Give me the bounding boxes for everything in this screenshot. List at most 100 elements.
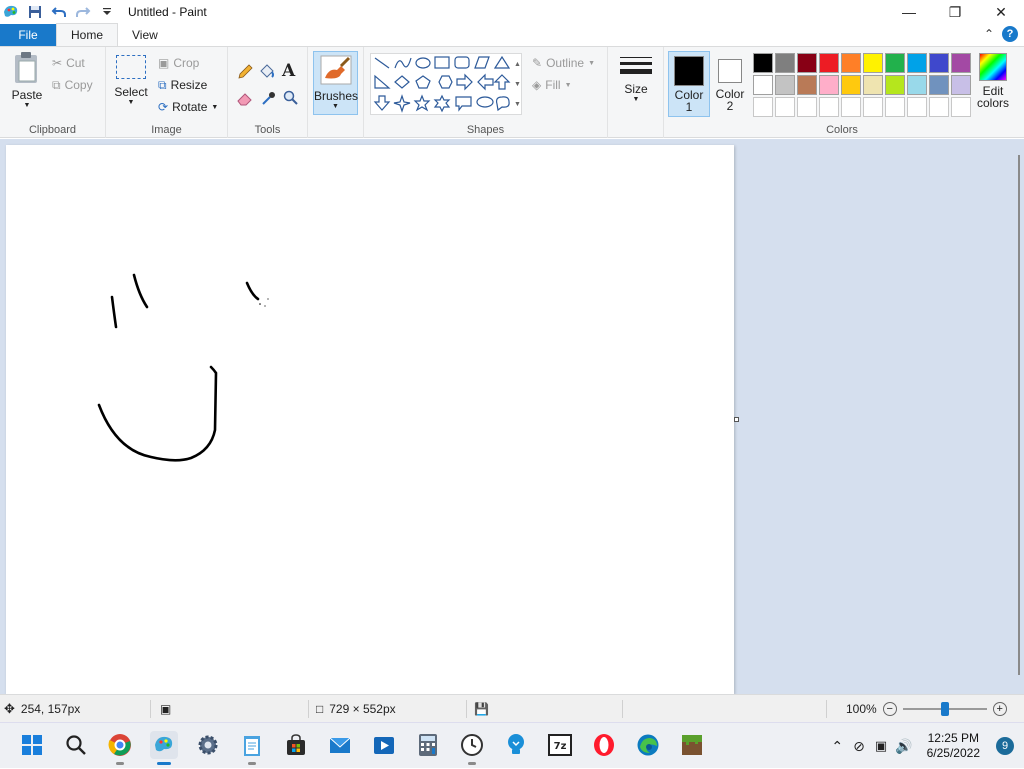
color-swatch[interactable] [863,97,883,117]
rectangle-shape-icon[interactable] [434,56,450,69]
five-point-star-shape-icon[interactable] [413,94,431,112]
color-swatch[interactable] [951,97,971,117]
color-swatch[interactable] [775,75,795,95]
six-point-star-shape-icon[interactable] [433,94,451,113]
size-button[interactable]: Size ▼ [618,53,654,103]
color-swatch[interactable] [753,97,773,117]
color-swatch[interactable] [863,53,883,73]
fill-bucket-icon[interactable] [258,63,276,81]
left-arrow-shape-icon[interactable] [477,73,494,91]
callout-rectangle-shape-icon[interactable] [455,96,472,112]
close-button[interactable]: ✕ [978,0,1024,24]
color-swatch[interactable] [775,53,795,73]
start-button[interactable] [18,731,46,759]
notepad-taskbar-button[interactable] [238,731,266,765]
color-swatch[interactable] [885,97,905,117]
color-swatch[interactable] [819,75,839,95]
collapse-ribbon-icon[interactable]: ⌃ [984,27,994,41]
rounded-rectangle-shape-icon[interactable] [454,56,470,69]
color-swatch[interactable] [841,53,861,73]
zoom-slider[interactable] [902,702,987,716]
color-swatch[interactable] [885,75,905,95]
callout-oval-shape-icon[interactable] [476,96,494,108]
color-swatch[interactable] [907,53,927,73]
copy-button[interactable]: ⧉ Copy [52,75,93,95]
paste-button[interactable]: Paste ▼ [8,51,46,117]
color-swatch[interactable] [863,75,883,95]
color-swatch[interactable] [797,97,817,117]
mail-taskbar-button[interactable] [326,731,354,759]
zoom-slider-thumb[interactable] [940,702,949,716]
color-swatch[interactable] [929,97,949,117]
zoom-out-button[interactable]: − [882,702,897,716]
color-swatch[interactable] [797,53,817,73]
color-swatch[interactable] [907,75,927,95]
network-off-icon[interactable]: ⊘ [853,738,865,755]
crop-button[interactable]: ▣ Crop [158,53,199,73]
minimize-button[interactable]: — [886,0,932,24]
text-tool-icon[interactable]: A [282,61,295,81]
vertical-scrollbar[interactable] [1018,155,1020,675]
notification-badge[interactable]: 9 [996,737,1014,755]
tab-home[interactable]: Home [56,23,119,46]
right-arrow-shape-icon[interactable] [456,73,473,91]
clock[interactable]: 12:25 PM 6/25/2022 [927,731,980,761]
zoom-in-button[interactable]: + [992,702,1007,716]
tips-taskbar-button[interactable] [502,731,530,759]
color-picker-icon[interactable] [260,89,278,107]
callout-cloud-shape-icon[interactable] [495,96,510,112]
shapes-scroll[interactable]: ▲ ▼ ▼ [514,55,521,115]
outline-button[interactable]: ✎ Outline ▼ [532,53,595,73]
store-taskbar-button[interactable] [282,731,310,759]
hexagon-shape-icon[interactable] [438,75,453,89]
color-swatch[interactable] [951,53,971,73]
right-triangle-shape-icon[interactable] [374,74,391,89]
canvas-resize-handle[interactable] [734,417,739,422]
down-arrow-shape-icon[interactable] [373,95,391,111]
settings-taskbar-button[interactable] [194,731,222,759]
select-button[interactable]: Select ▼ [114,55,148,106]
paint-taskbar-button[interactable] [150,731,178,765]
7zip-taskbar-button[interactable]: 7z [546,731,574,759]
redo-icon[interactable] [74,3,92,21]
curve-shape-icon[interactable] [394,57,412,69]
undo-icon[interactable] [50,3,68,21]
maximize-button[interactable]: ❐ [932,0,978,24]
brushes-button[interactable]: Brushes ▼ [313,51,358,115]
color-swatch[interactable] [907,97,927,117]
edge-taskbar-button[interactable] [634,731,662,759]
color-swatch[interactable] [885,53,905,73]
eraser-icon[interactable] [236,89,254,107]
help-icon[interactable]: ? [1002,26,1018,42]
color-swatch[interactable] [929,53,949,73]
triangle-shape-icon[interactable] [493,55,511,69]
color-swatch[interactable] [753,75,773,95]
up-arrow-shape-icon[interactable] [493,74,511,90]
polygon-shape-icon[interactable] [474,56,490,69]
four-point-star-shape-icon[interactable] [393,94,411,113]
color-swatch[interactable] [841,75,861,95]
volume-icon[interactable]: 🔊 [895,738,912,755]
pentagon-shape-icon[interactable] [415,75,431,89]
movies-taskbar-button[interactable] [370,731,398,759]
line-shape-icon[interactable] [374,57,390,69]
color-swatch[interactable] [819,53,839,73]
cut-button[interactable]: ✂ Cut [52,53,85,73]
chevron-up-icon[interactable]: ⌃ [831,738,843,755]
search-button[interactable] [62,731,90,759]
tab-file[interactable]: File [0,24,56,46]
minecraft-taskbar-button[interactable] [678,731,706,759]
drawing-canvas[interactable] [6,145,734,694]
color-swatch[interactable] [929,75,949,95]
diamond-shape-icon[interactable] [394,75,410,89]
clock-taskbar-button[interactable] [458,731,486,765]
opera-taskbar-button[interactable] [590,731,618,759]
customize-toolbar-icon[interactable] [98,3,116,21]
color-swatch[interactable] [775,97,795,117]
resize-button[interactable]: ⧉ Resize [158,75,207,95]
save-icon[interactable] [26,3,44,21]
color-swatch[interactable] [841,97,861,117]
oval-shape-icon[interactable] [415,57,431,69]
tab-view[interactable]: View [118,24,172,46]
calculator-taskbar-button[interactable] [414,731,442,759]
